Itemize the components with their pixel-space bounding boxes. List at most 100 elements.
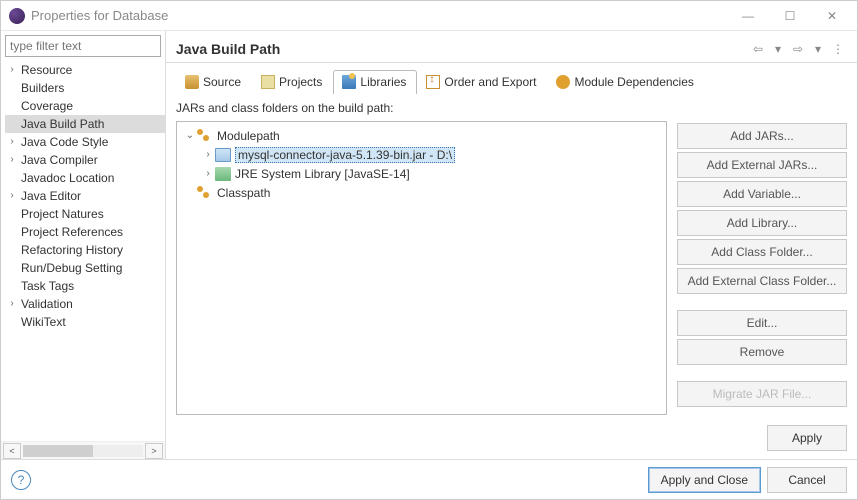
tree-row[interactable]: › JRE System Library [JavaSE-14]	[177, 164, 666, 183]
add-variable-button[interactable]: Add Variable...	[677, 181, 847, 207]
edit-button[interactable]: Edit...	[677, 310, 847, 336]
minimize-button[interactable]: —	[727, 2, 769, 30]
tree-arrow-icon: ⌄	[183, 130, 197, 141]
jre-icon	[215, 167, 231, 181]
tab-label: Projects	[279, 75, 322, 89]
ord-icon	[426, 75, 440, 89]
nav-item-java-build-path[interactable]: Java Build Path	[5, 115, 165, 133]
add-class-folder-button[interactable]: Add Class Folder...	[677, 239, 847, 265]
eclipse-icon	[9, 8, 25, 24]
tree-row-label: Modulepath	[217, 129, 280, 143]
nav-item-label: Java Code Style	[19, 133, 110, 151]
nav-item-label: Java Build Path	[19, 115, 106, 133]
window-title: Properties for Database	[31, 8, 727, 23]
tab-source[interactable]: Source	[176, 70, 252, 94]
tree-arrow-icon: ›	[201, 168, 215, 179]
add-library-button[interactable]: Add Library...	[677, 210, 847, 236]
nav-item-java-editor[interactable]: ›Java Editor	[5, 187, 165, 205]
nav-item-label: Java Compiler	[19, 151, 100, 169]
tree-row[interactable]: › mysql-connector-java-5.1.39-bin.jar - D…	[177, 145, 666, 164]
tree-row-label: Classpath	[217, 186, 270, 200]
nav-item-project-references[interactable]: Project References	[5, 223, 165, 241]
tab-module-dependencies[interactable]: Module Dependencies	[547, 70, 704, 94]
nav-item-coverage[interactable]: Coverage	[5, 97, 165, 115]
nav-item-label: Resource	[19, 61, 74, 79]
expand-arrow-icon: ›	[5, 133, 19, 151]
nav-item-label: Project Natures	[19, 205, 106, 223]
nav-item-builders[interactable]: Builders	[5, 79, 165, 97]
add-external-class-folder-button[interactable]: Add External Class Folder...	[677, 268, 847, 294]
tree-row-label: mysql-connector-java-5.1.39-bin.jar - D:…	[235, 147, 455, 163]
nav-item-validation[interactable]: ›Validation	[5, 295, 165, 313]
maximize-button[interactable]: ☐	[769, 2, 811, 30]
nav-item-label: Refactoring History	[19, 241, 125, 259]
dialog-footer: ? Apply and Close Cancel	[1, 459, 857, 499]
nav-item-javadoc-location[interactable]: Javadoc Location	[5, 169, 165, 187]
tree-row-label: JRE System Library [JavaSE-14]	[235, 167, 410, 181]
jar-icon	[215, 148, 231, 162]
libraries-caption: JARs and class folders on the build path…	[176, 93, 667, 121]
nav-item-wikitext[interactable]: WikiText	[5, 313, 165, 331]
tree-row[interactable]: Classpath	[177, 183, 666, 202]
tab-label: Source	[203, 75, 241, 89]
tab-label: Module Dependencies	[574, 75, 693, 89]
nav-item-label: Validation	[19, 295, 75, 313]
nav-item-label: Javadoc Location	[19, 169, 116, 187]
nav-item-resource[interactable]: ›Resource	[5, 61, 165, 79]
add-external-jars-button[interactable]: Add External JARs...	[677, 152, 847, 178]
help-icon[interactable]: ?	[11, 470, 31, 490]
filter-input[interactable]	[5, 35, 161, 57]
module-icon	[197, 186, 213, 200]
tab-order-and-export[interactable]: Order and Export	[417, 70, 547, 94]
nav-item-label: Coverage	[19, 97, 75, 115]
window-controls: — ☐ ✕	[727, 2, 853, 30]
tab-strip: Source Projects Libraries Order and Export M…	[166, 63, 857, 93]
prj-icon	[261, 75, 275, 89]
nav-item-java-compiler[interactable]: ›Java Compiler	[5, 151, 165, 169]
view-menu-icon[interactable]: ⋮	[829, 42, 847, 56]
migrate-jar-button[interactable]: Migrate JAR File...	[677, 381, 847, 407]
title-bar: Properties for Database — ☐ ✕	[1, 1, 857, 31]
nav-item-run-debug-setting[interactable]: Run/Debug Setting	[5, 259, 165, 277]
scroll-right-button[interactable]: >	[145, 443, 163, 459]
mod-icon	[556, 75, 570, 89]
scroll-track[interactable]	[23, 445, 143, 457]
apply-button[interactable]: Apply	[767, 425, 847, 451]
page-title: Java Build Path	[176, 41, 749, 57]
module-icon	[197, 129, 213, 143]
back-menu-icon[interactable]: ▾	[769, 42, 787, 56]
tree-row[interactable]: ⌄ Modulepath	[177, 126, 666, 145]
nav-item-label: Builders	[19, 79, 66, 97]
tab-projects[interactable]: Projects	[252, 70, 333, 94]
scroll-thumb[interactable]	[23, 445, 93, 457]
left-sidebar: ›ResourceBuildersCoverageJava Build Path…	[1, 31, 166, 459]
forward-icon[interactable]: ⇨	[789, 42, 807, 56]
nav-item-refactoring-history[interactable]: Refactoring History	[5, 241, 165, 259]
tab-libraries[interactable]: Libraries	[333, 70, 417, 94]
expand-arrow-icon: ›	[5, 295, 19, 313]
nav-item-label: Run/Debug Setting	[19, 259, 124, 277]
remove-button[interactable]: Remove	[677, 339, 847, 365]
nav-item-java-code-style[interactable]: ›Java Code Style	[5, 133, 165, 151]
expand-arrow-icon: ›	[5, 61, 19, 79]
close-button[interactable]: ✕	[811, 2, 853, 30]
nav-item-label: Task Tags	[19, 277, 76, 295]
expand-arrow-icon: ›	[5, 187, 19, 205]
libraries-tree[interactable]: ⌄Modulepath›mysql-connector-java-5.1.39-…	[176, 121, 667, 415]
tab-label: Libraries	[360, 75, 406, 89]
apply-and-close-button[interactable]: Apply and Close	[648, 467, 761, 493]
forward-menu-icon[interactable]: ▾	[809, 42, 827, 56]
nav-tree[interactable]: ›ResourceBuildersCoverageJava Build Path…	[1, 61, 165, 441]
lib-icon	[342, 75, 356, 89]
tree-arrow-icon: ›	[201, 149, 215, 160]
horizontal-scrollbar[interactable]: < >	[1, 441, 165, 459]
nav-item-label: Java Editor	[19, 187, 83, 205]
scroll-left-button[interactable]: <	[3, 443, 21, 459]
add-jars-button[interactable]: Add JARs...	[677, 123, 847, 149]
nav-item-task-tags[interactable]: Task Tags	[5, 277, 165, 295]
tab-label: Order and Export	[444, 75, 536, 89]
expand-arrow-icon: ›	[5, 151, 19, 169]
cancel-button[interactable]: Cancel	[767, 467, 847, 493]
nav-item-project-natures[interactable]: Project Natures	[5, 205, 165, 223]
back-icon[interactable]: ⇦	[749, 42, 767, 56]
